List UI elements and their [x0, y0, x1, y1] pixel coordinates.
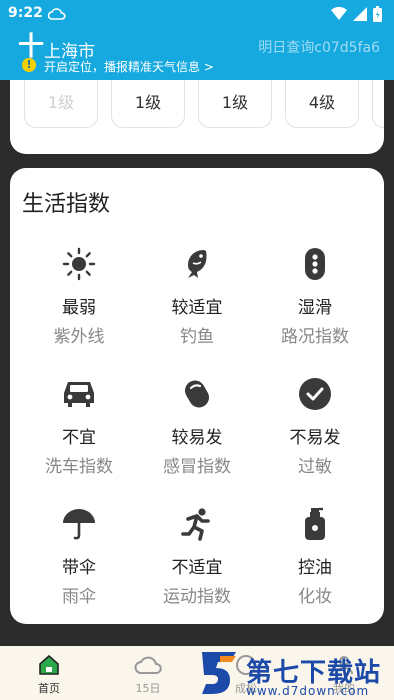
life-index-name: 钓鱼	[180, 327, 214, 347]
aqi-level-label: 1级	[134, 93, 162, 112]
life-index-name: 紫外线	[53, 327, 105, 347]
life-index-level: 控油	[298, 558, 332, 578]
life-index-level: 较适宜	[171, 298, 223, 318]
life-index-level: 带伞	[62, 558, 96, 578]
fish-icon	[179, 246, 215, 282]
life-index-level: 不易发	[289, 428, 341, 448]
check-circle-icon	[297, 376, 333, 412]
tomorrow-query-link[interactable]: 明日查询c07d5fa6	[258, 37, 380, 57]
watermark-logo-icon	[202, 652, 236, 694]
life-index-level: 较易发	[171, 428, 223, 448]
life-index-item-fishing[interactable]: 较适宜 钓鱼	[138, 238, 256, 368]
life-index-item-cold[interactable]: 较易发 感冒指数	[138, 368, 256, 498]
traffic-light-icon	[297, 246, 333, 282]
life-index-level: 不适宜	[171, 558, 223, 578]
life-index-item-road[interactable]: 湿滑 路况指数	[256, 238, 374, 368]
life-index-item-uv[interactable]: 最弱 紫外线	[20, 238, 138, 368]
life-index-name: 运动指数	[163, 587, 231, 607]
aqi-level-label: 1级	[221, 93, 249, 112]
aqi-level-box: 1级	[198, 80, 272, 128]
aqi-level-label: 1级	[47, 93, 75, 112]
aqi-level-box-partial	[372, 80, 384, 128]
battery-icon	[373, 6, 382, 22]
pill-icon	[179, 376, 215, 412]
lotion-bottle-icon	[297, 506, 333, 542]
tab-label: 15日	[135, 682, 161, 695]
aqi-level-box: 1级	[24, 80, 98, 128]
life-index-name: 路况指数	[281, 327, 349, 347]
life-index-item-sport[interactable]: 不适宜 运动指数	[138, 498, 256, 628]
aqi-level-label: 4级	[308, 93, 336, 112]
sun-icon	[61, 246, 97, 282]
warning-icon: !	[22, 58, 36, 72]
aqi-level-box: 1级	[111, 80, 185, 128]
air-quality-card: 1级 1级 1级 4级	[10, 80, 384, 154]
site-watermark: 第七下载站 www.d7down.com	[194, 648, 390, 700]
location-hint-link[interactable]: 开启定位，播报精准天气信息 >	[44, 58, 214, 75]
life-index-item-umbrella[interactable]: 带伞 雨伞	[20, 498, 138, 628]
tab-15day[interactable]: 15日	[118, 652, 178, 696]
status-icons	[331, 6, 382, 22]
wifi-icon	[331, 7, 347, 20]
life-index-name: 雨伞	[62, 587, 96, 607]
signal-icon	[353, 7, 367, 21]
status-bar: 9:22	[0, 0, 394, 30]
status-time: 9:22	[8, 5, 43, 21]
life-index-card: 生活指数 最弱 紫外线 较适宜 钓鱼 湿滑 路况指数 不宜 洗车指数 较易发 感…	[10, 168, 384, 624]
life-index-name: 化妆	[298, 587, 332, 607]
app-header: 十 上海市 明日查询c07d5fa6 ! 开启定位，播报精准天气信息 >	[0, 30, 394, 80]
life-index-item-carwash[interactable]: 不宜 洗车指数	[20, 368, 138, 498]
cloud-status-icon	[47, 6, 66, 25]
life-index-title: 生活指数	[22, 192, 111, 217]
umbrella-icon	[61, 506, 97, 542]
life-index-level: 湿滑	[298, 298, 332, 318]
life-index-level: 不宜	[62, 428, 96, 448]
aqi-level-box: 4级	[285, 80, 359, 128]
running-icon	[179, 506, 215, 542]
life-index-item-makeup[interactable]: 控油 化妆	[256, 498, 374, 628]
life-index-name: 感冒指数	[163, 457, 231, 477]
watermark-url: www.d7down.com	[246, 684, 370, 698]
add-city-button[interactable]: 十	[18, 34, 44, 60]
life-index-name: 洗车指数	[45, 457, 113, 477]
tab-home[interactable]: 首页	[19, 652, 79, 696]
cloud-icon	[118, 652, 178, 678]
life-index-name: 过敏	[298, 457, 332, 477]
car-icon	[61, 376, 97, 412]
home-icon	[19, 652, 79, 678]
life-index-item-allergy[interactable]: 不易发 过敏	[256, 368, 374, 498]
tab-label: 首页	[38, 682, 60, 695]
life-index-level: 最弱	[62, 298, 96, 318]
